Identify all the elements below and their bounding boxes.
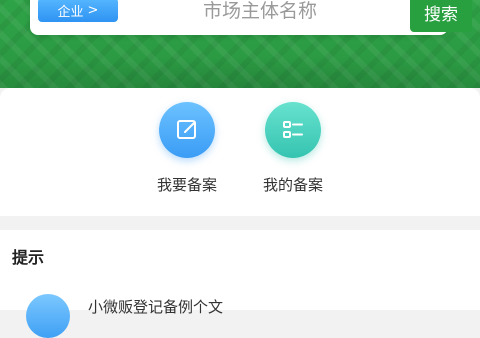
tips-title: 提示 [12, 248, 45, 267]
search-input[interactable] [140, 0, 380, 29]
my-registrations-label: 我的备案 [262, 176, 323, 194]
search-button[interactable]: 搜索 [410, 0, 472, 32]
chevron-right-icon: > [87, 2, 99, 18]
header-banner: 企业 > 搜索 [0, 0, 480, 88]
search-bar: 企业 > 搜索 [30, 0, 472, 35]
entity-type-label: 企业 [57, 4, 84, 20]
tips-section: 提示 小微贩登记备例个文 [0, 230, 480, 338]
file-registration-label: 我要备案 [156, 176, 217, 194]
my-registrations-button[interactable]: 我的备案 [250, 102, 336, 195]
quick-actions: 我要备案 我的备案 [0, 88, 480, 290]
list-icon [265, 102, 321, 158]
list-item[interactable]: 小微贩登记备例个文 [0, 282, 480, 338]
file-registration-button[interactable]: 我要备案 [144, 102, 230, 195]
notice-icon [26, 294, 70, 338]
entity-type-selector[interactable]: 企业 > [38, 0, 118, 22]
edit-icon [159, 102, 215, 158]
list-item-text: 小微贩登记备例个文 [88, 298, 224, 316]
